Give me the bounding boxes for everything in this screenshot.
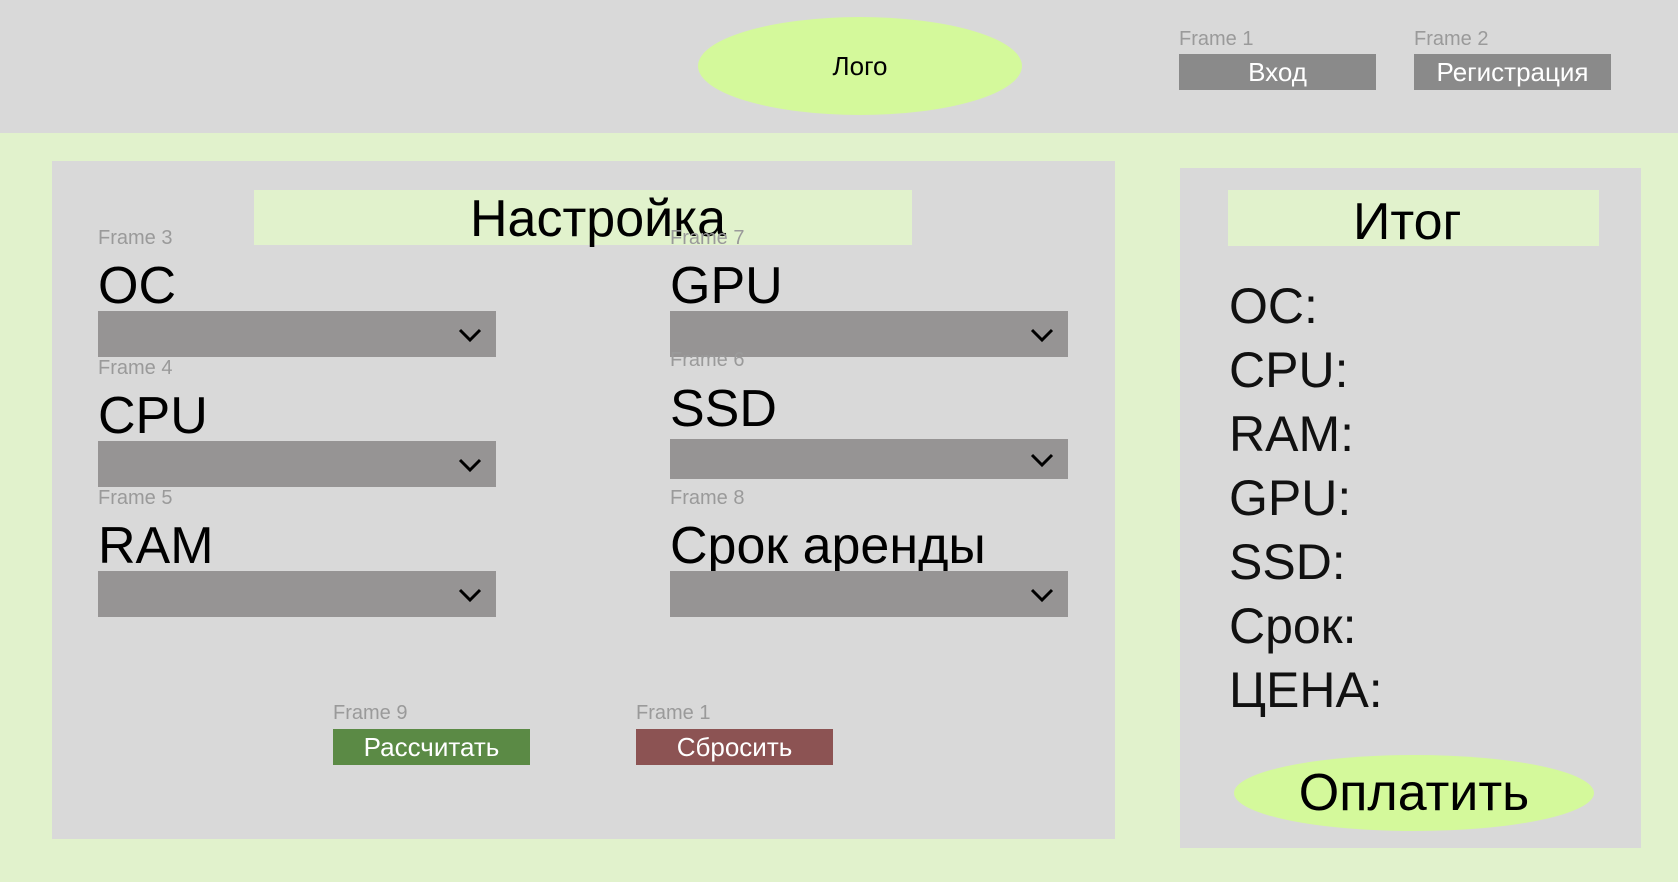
page: Лого Frame 1 Вход Frame 2 Регистрация На… (0, 0, 1678, 882)
rent-term-label: Срок аренды (670, 517, 986, 575)
os-label: ОС (98, 257, 176, 315)
summary-cpu: CPU: (1229, 342, 1349, 398)
gpu-label: GPU (670, 257, 783, 315)
header: Лого Frame 1 Вход Frame 2 Регистрация (0, 0, 1678, 133)
ram-label: RAM (98, 517, 214, 575)
chevron-down-icon (458, 458, 482, 473)
rent-term-frame-label: Frame 8 (670, 487, 745, 509)
register-button[interactable]: Регистрация (1414, 54, 1611, 90)
ssd-frame-label: Frame 6 (670, 349, 745, 371)
summary-gpu: GPU: (1229, 470, 1352, 526)
summary-price: ЦЕНА: (1229, 662, 1383, 718)
chevron-down-icon (458, 328, 482, 343)
login-button[interactable]: Вход (1179, 54, 1376, 90)
chevron-down-icon (458, 588, 482, 603)
cpu-label: CPU (98, 387, 208, 445)
summary-term: Срок: (1229, 598, 1357, 654)
logo[interactable]: Лого (698, 17, 1022, 115)
chevron-down-icon (1030, 328, 1054, 343)
gpu-frame-label: Frame 7 (670, 227, 745, 249)
chevron-down-icon (1030, 453, 1054, 468)
ram-select[interactable] (98, 571, 496, 617)
ram-frame-label: Frame 5 (98, 487, 173, 509)
reset-button[interactable]: Сбросить (636, 729, 833, 765)
calculate-frame-label: Frame 9 (333, 702, 408, 724)
summary-ssd: SSD: (1229, 534, 1346, 590)
login-frame-label: Frame 1 (1179, 28, 1254, 50)
ssd-select[interactable] (670, 439, 1068, 479)
cpu-select[interactable] (98, 441, 496, 487)
ssd-label: SSD (670, 380, 777, 438)
cpu-frame-label: Frame 4 (98, 357, 173, 379)
config-panel (52, 161, 1115, 839)
summary-title: Итог (1353, 193, 1462, 251)
os-select[interactable] (98, 311, 496, 357)
pay-button[interactable]: Оплатить (1234, 755, 1594, 831)
chevron-down-icon (1030, 588, 1054, 603)
calculate-button[interactable]: Рассчитать (333, 729, 530, 765)
summary-ram: RAM: (1229, 406, 1354, 462)
reset-frame-label: Frame 1 (636, 702, 711, 724)
rent-term-select[interactable] (670, 571, 1068, 617)
summary-os: ОС: (1229, 278, 1318, 334)
register-frame-label: Frame 2 (1414, 28, 1489, 50)
os-frame-label: Frame 3 (98, 227, 173, 249)
